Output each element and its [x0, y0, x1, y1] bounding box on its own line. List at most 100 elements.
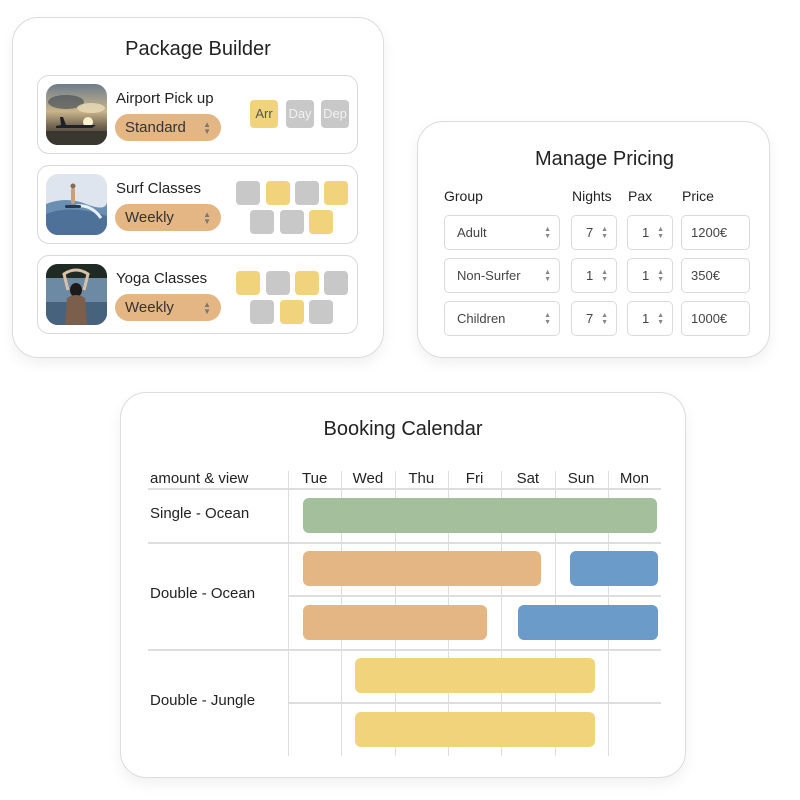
corner-label: amount & view: [150, 470, 249, 487]
price-input-value: 350€: [691, 268, 720, 283]
slot-toggle[interactable]: [309, 210, 333, 234]
updown-icon: ▲ ▼: [601, 269, 608, 283]
surfer-photo: [46, 174, 107, 235]
option-select[interactable]: Weekly ▲ ▼: [115, 204, 221, 231]
booking-bar[interactable]: [302, 604, 487, 640]
package-item-name: Surf Classes: [116, 180, 202, 197]
pax-select[interactable]: 1 ▲ ▼: [627, 258, 673, 293]
slot-toggle[interactable]: [295, 271, 319, 295]
room-label: Double - Ocean: [150, 585, 256, 602]
slot-toggle[interactable]: [280, 210, 304, 234]
package-builder-card: Package Builder Airport Pick up Standard…: [12, 17, 384, 358]
column-header-group: Group: [444, 188, 483, 204]
lane-divider: [288, 702, 662, 704]
updown-icon: ▲ ▼: [544, 312, 551, 326]
nights-select-value: 7: [586, 311, 594, 326]
room-divider: [148, 541, 662, 544]
booking-calendar-title: Booking Calendar: [323, 418, 483, 440]
option-select[interactable]: Standard ▲ ▼: [115, 114, 221, 141]
pax-select-value: 1: [642, 268, 650, 283]
day-header: Sat: [516, 470, 540, 487]
package-item-airport[interactable]: Airport Pick up Standard ▲ ▼ Arr Day Dep: [37, 75, 358, 154]
booking-bar[interactable]: [302, 497, 657, 533]
slot-toggle[interactable]: [250, 300, 274, 324]
day-header: Thu: [408, 470, 435, 487]
pax-select-value: 1: [642, 225, 650, 240]
slot-toggle[interactable]: [280, 300, 304, 324]
pax-select-value: 1: [642, 311, 650, 326]
day-toggle-day[interactable]: Day: [286, 100, 314, 128]
nights-select-value: 7: [586, 225, 594, 240]
updown-icon: ▲ ▼: [203, 120, 211, 136]
package-item-name: Airport Pick up: [116, 90, 214, 107]
grid-column-line: [288, 471, 289, 756]
booking-bar[interactable]: [302, 551, 542, 586]
yoga-photo: [46, 264, 107, 325]
booking-bar[interactable]: [355, 658, 595, 693]
nights-select[interactable]: 7 ▲ ▼: [571, 301, 617, 336]
day-header: Tue: [302, 470, 328, 487]
lane-divider: [288, 595, 662, 597]
group-select[interactable]: Adult ▲ ▼: [444, 215, 560, 250]
booking-bar[interactable]: [355, 711, 595, 747]
option-value: Weekly: [125, 299, 174, 316]
day-header: Fri: [465, 470, 484, 487]
updown-icon: ▲ ▼: [601, 312, 608, 326]
booking-bar[interactable]: [517, 604, 658, 640]
column-header-pax: Pax: [628, 188, 653, 204]
package-item-surf[interactable]: Surf Classes Weekly ▲ ▼: [37, 165, 358, 244]
manage-pricing-title: Manage Pricing: [535, 148, 674, 170]
updown-icon: ▲ ▼: [544, 269, 551, 283]
package-item-yoga[interactable]: Yoga Classes Weekly ▲ ▼: [37, 255, 358, 334]
group-select-value: Adult: [457, 225, 487, 240]
slot-toggle[interactable]: [250, 210, 274, 234]
day-toggle-arr[interactable]: Arr: [250, 100, 278, 128]
slot-toggle[interactable]: [324, 271, 348, 295]
day-toggle-dep[interactable]: Dep: [321, 100, 349, 128]
group-select[interactable]: Children ▲ ▼: [444, 301, 560, 336]
column-header-nights: Nights: [572, 188, 612, 204]
day-header: Sun: [567, 470, 595, 487]
package-builder-title: Package Builder: [125, 38, 271, 60]
day-header: Wed: [352, 470, 384, 487]
price-input[interactable]: 1200€: [681, 215, 750, 250]
booking-bar[interactable]: [570, 551, 658, 586]
option-value: Weekly: [125, 209, 174, 226]
price-input[interactable]: 350€: [681, 258, 750, 293]
room-divider: [148, 648, 662, 651]
updown-icon: ▲ ▼: [657, 269, 664, 283]
day-header: Mon: [619, 470, 650, 487]
option-select[interactable]: Weekly ▲ ▼: [115, 294, 221, 321]
room-label: Double - Jungle: [150, 692, 256, 709]
manage-pricing-card: Manage Pricing Group Nights Pax Price Ad…: [417, 121, 770, 358]
group-select[interactable]: Non-Surfer ▲ ▼: [444, 258, 560, 293]
package-item-name: Yoga Classes: [116, 270, 208, 287]
updown-icon: ▲ ▼: [657, 312, 664, 326]
updown-icon: ▲ ▼: [657, 226, 664, 240]
updown-icon: ▲ ▼: [544, 226, 551, 240]
slot-toggle[interactable]: [295, 181, 319, 205]
airplane-photo: [46, 84, 107, 145]
group-select-value: Non-Surfer: [457, 268, 521, 283]
pax-select[interactable]: 1 ▲ ▼: [627, 301, 673, 336]
option-value: Standard: [125, 119, 186, 136]
slot-toggle[interactable]: [309, 300, 333, 324]
slot-toggle[interactable]: [236, 271, 260, 295]
updown-icon: ▲ ▼: [601, 226, 608, 240]
nights-select[interactable]: 1 ▲ ▼: [571, 258, 617, 293]
slot-toggle[interactable]: [266, 181, 290, 205]
slot-toggle[interactable]: [266, 271, 290, 295]
slot-toggle[interactable]: [236, 181, 260, 205]
booking-calendar-card: Booking Calendar amount & view Tue Wed Thu…: [120, 392, 686, 778]
pax-select[interactable]: 1 ▲ ▼: [627, 215, 673, 250]
updown-icon: ▲ ▼: [203, 210, 211, 226]
column-header-price: Price: [682, 188, 714, 204]
price-input-value: 1200€: [691, 225, 728, 240]
nights-select[interactable]: 7 ▲ ▼: [571, 215, 617, 250]
header-divider: [148, 488, 662, 490]
updown-icon: ▲ ▼: [203, 300, 211, 316]
nights-select-value: 1: [586, 268, 594, 283]
price-input[interactable]: 1000€: [681, 301, 750, 336]
group-select-value: Children: [457, 311, 506, 326]
slot-toggle[interactable]: [324, 181, 348, 205]
